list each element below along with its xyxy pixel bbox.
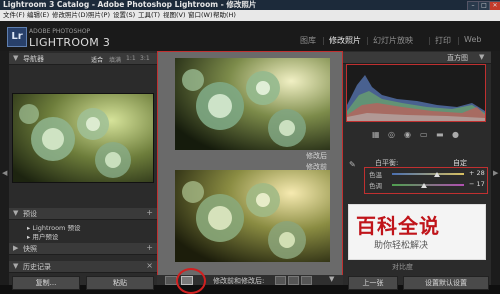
expand-arrow-icon: ▼ <box>13 54 19 62</box>
preset-folder-user[interactable]: ▸ 用户预设 <box>27 231 58 241</box>
tint-value[interactable]: − 17 <box>469 180 485 188</box>
navigator-header[interactable]: ▼ 导航器 适合 填满 1:1 3:1 <box>9 53 157 65</box>
title-bar: Lightroom 3 Catalog - Adobe Photoshop Li… <box>0 0 500 11</box>
menu-develop[interactable]: 修改照片(D) <box>52 10 88 21</box>
module-develop[interactable]: 修改照片 <box>329 35 361 46</box>
collapse-arrow-icon: ▼ <box>13 209 19 217</box>
presets-header[interactable]: ▼ 预设 + <box>9 208 157 220</box>
watermark-subtitle: 助你轻松解决 <box>374 241 429 251</box>
histogram-header[interactable]: 直方图 ▼ <box>343 52 491 64</box>
adjustment-brush-icon[interactable]: ▬ <box>436 130 444 139</box>
module-web[interactable]: Web <box>464 35 481 44</box>
window-title: Lightroom 3 Catalog - Adobe Photoshop Li… <box>3 0 257 9</box>
eyedropper-icon[interactable]: ✎ <box>349 160 356 169</box>
module-separator: | <box>428 36 431 45</box>
history-header[interactable]: ▼ 历史记录 × <box>9 261 157 273</box>
tint-slider[interactable] <box>392 184 464 186</box>
module-library[interactable]: 图库 <box>300 35 316 46</box>
photo-before-image <box>175 170 330 262</box>
photo-after-image <box>175 58 330 150</box>
menu-tools[interactable]: 工具(T) <box>138 10 160 21</box>
lightroom-logo: Lr <box>7 27 27 47</box>
photo-after[interactable] <box>175 58 330 150</box>
after-label: 修改后 <box>306 152 327 160</box>
collapse-arrow-icon: ▼ <box>479 53 485 61</box>
histogram-graph <box>347 75 485 121</box>
swap-before-after-icon[interactable] <box>301 276 312 285</box>
copy-after-to-before-icon[interactable] <box>275 276 286 285</box>
photo-before[interactable] <box>175 170 330 262</box>
snapshots-label: 快照 <box>23 245 37 253</box>
crop-tool-icon[interactable]: ◎ <box>388 130 395 139</box>
add-snapshot-icon[interactable]: + <box>146 243 153 252</box>
presets-label: 预设 <box>23 210 37 218</box>
grid-overlay-icon[interactable]: ▦ <box>372 130 380 139</box>
histogram-label: 直方图 <box>447 54 468 62</box>
temperature-slider-knob[interactable] <box>433 172 440 177</box>
right-panel-toggle[interactable]: ▶ <box>491 51 500 285</box>
copy-settings-button[interactable]: 复制... <box>12 276 80 290</box>
annotation-circle <box>176 268 206 294</box>
module-separator: | <box>457 36 460 45</box>
previous-button[interactable]: 上一张 <box>348 276 398 290</box>
graduated-filter-icon[interactable]: ● <box>452 130 459 139</box>
navigator-label: 导航器 <box>23 55 44 63</box>
left-panel-toggle[interactable]: ◀ <box>0 51 9 285</box>
history-label: 历史记录 <box>23 263 51 271</box>
zoom-fit[interactable]: 适合 <box>91 55 103 64</box>
menu-bar: 文件(F) 编辑(E) 修改照片(D) 照片(P) 设置(S) 工具(T) 视图… <box>0 10 500 21</box>
watermark-title: 百科全说 <box>356 214 440 238</box>
tint-label: 色调 <box>369 182 382 190</box>
clear-history-icon[interactable]: × <box>146 261 153 270</box>
temperature-label: 色温 <box>369 171 382 179</box>
copy-before-to-after-icon[interactable] <box>288 276 299 285</box>
temperature-slider[interactable] <box>392 173 464 175</box>
zoom-3-1[interactable]: 3:1 <box>140 55 150 62</box>
add-preset-icon[interactable]: + <box>146 208 153 217</box>
module-separator: | <box>366 36 369 45</box>
menu-help[interactable]: 帮助(H) <box>213 10 236 21</box>
module-print[interactable]: 打印 <box>435 35 451 46</box>
zoom-fill[interactable]: 填满 <box>109 55 121 64</box>
menu-view[interactable]: 视图(V) <box>163 10 186 21</box>
triangle-left-icon: ◀ <box>2 169 8 177</box>
contrast-label: 对比度 <box>392 263 413 271</box>
identity-plate: Lr ADOBE PHOTOSHOP LIGHTROOM 3 图库 | 修改照片… <box>0 21 500 52</box>
expand-arrow-icon: ▼ <box>13 262 19 270</box>
brand-small-text: ADOBE PHOTOSHOP <box>29 28 91 35</box>
histogram[interactable] <box>346 64 486 122</box>
toolbar-menu-chevron-icon[interactable]: ▼ <box>329 275 334 283</box>
expand-arrow-icon: ▶ <box>13 244 19 252</box>
temperature-value[interactable]: + 28 <box>469 169 485 177</box>
brand-title: LIGHTROOM 3 <box>29 36 111 49</box>
navigator-preview-image <box>13 94 153 182</box>
module-separator: | <box>322 36 325 45</box>
navigator-preview[interactable] <box>12 93 154 183</box>
zoom-1-1[interactable]: 1:1 <box>126 55 136 62</box>
module-slideshow[interactable]: 幻灯片放映 <box>373 35 413 46</box>
menu-edit[interactable]: 编辑(E) <box>27 10 49 21</box>
preset-folder-label: 用户预设 <box>32 233 59 241</box>
snapshots-header[interactable]: ▶ 快照 + <box>9 243 157 255</box>
triangle-right-icon: ▶ <box>493 169 499 177</box>
tint-slider-knob[interactable] <box>420 183 427 188</box>
menu-window[interactable]: 窗口(W) <box>188 10 213 21</box>
paste-settings-button[interactable]: 粘贴 <box>86 276 154 290</box>
menu-settings[interactable]: 设置(S) <box>113 10 135 21</box>
red-eye-icon[interactable]: ▭ <box>420 130 428 139</box>
spot-removal-icon[interactable]: ◉ <box>404 130 411 139</box>
reset-defaults-button[interactable]: 设置默认设置 <box>403 276 489 290</box>
menu-photo[interactable]: 照片(P) <box>88 10 110 21</box>
menu-file[interactable]: 文件(F) <box>3 10 25 21</box>
